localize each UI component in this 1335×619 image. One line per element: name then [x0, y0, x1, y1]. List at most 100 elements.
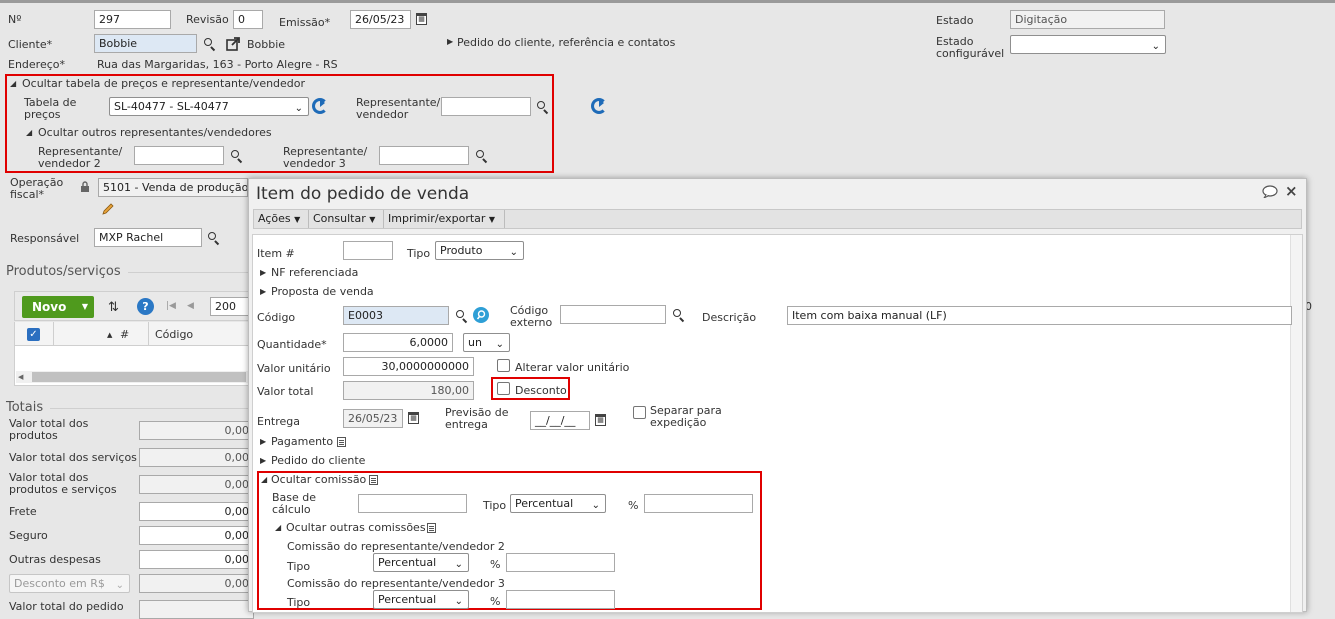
representante2-field[interactable] [134, 146, 224, 165]
info-search-icon[interactable] [473, 307, 489, 323]
previsao-calendar-icon[interactable]: ▦ [595, 414, 606, 426]
revisao-label: Revisão [186, 13, 229, 26]
representante2-search-icon[interactable] [231, 150, 243, 162]
entrega-label: Entrega [257, 415, 301, 428]
separar-expedicao-checkbox[interactable] [633, 406, 646, 419]
valor-total-pedido-field [139, 600, 254, 619]
item-num-field[interactable] [343, 241, 393, 260]
pedido-cliente-toggle[interactable]: Pedido do cliente, referência e contatos [457, 36, 675, 49]
descricao-field[interactable]: Item com baixa manual (LF) [787, 306, 1292, 325]
responsavel-search-icon[interactable] [208, 232, 220, 244]
comissao-toggle[interactable]: Ocultar comissão [271, 473, 366, 486]
comissao-pct-field[interactable] [644, 494, 753, 513]
numero-field[interactable]: 297 [94, 10, 171, 29]
emissao-calendar-icon[interactable]: ▦ [416, 13, 427, 25]
nf-referenciada-toggle[interactable]: NF referenciada [271, 266, 358, 279]
vertical-scrollbar[interactable] [1290, 235, 1302, 612]
precos-toggle[interactable]: Ocultar tabela de preços e representante… [22, 77, 305, 90]
responsavel-field[interactable]: MXP Rachel [94, 228, 202, 247]
valor-unitario-label: Valor unitário [257, 362, 331, 375]
sort-arrows-icon[interactable]: ⇅ [108, 300, 119, 315]
outros-representantes-toggle[interactable]: Ocultar outros representantes/vendedores [38, 126, 272, 139]
notes-icon [337, 437, 346, 447]
collapse-arrow-icon: ◢ [275, 523, 282, 532]
comissao2-tipo-select[interactable]: Percentual ⌄ [373, 553, 469, 572]
comissao2-pct-field[interactable] [506, 553, 615, 572]
estado-conf-label: Estado configurável [936, 35, 1005, 60]
entrega-field[interactable]: 26/05/23 [343, 409, 403, 428]
prev-page-icon[interactable]: ◀ [187, 301, 194, 311]
tabela-precos-select[interactable]: SL-40477 - SL-40477 ⌄ [109, 97, 309, 116]
comissao3-tipo-select[interactable]: Percentual ⌄ [373, 590, 469, 609]
comissao-pct-label: % [628, 499, 639, 512]
column-header-num[interactable]: # [120, 328, 129, 341]
column-header-codigo[interactable]: Código [155, 328, 193, 341]
scroll-left-icon[interactable]: ◀ [18, 373, 23, 381]
outras-despesas-field[interactable]: 0,00 [139, 550, 254, 569]
expand-arrow-icon: ▶ [447, 37, 454, 46]
codigo-field[interactable]: E0003 [343, 306, 449, 325]
valor-total-field: 180,00 [343, 381, 474, 400]
dropdown-arrow-icon: ▼ [294, 215, 301, 224]
representante3-search-icon[interactable] [476, 150, 488, 162]
first-page-icon[interactable]: |◀ [166, 301, 176, 311]
desconto-checkbox[interactable] [497, 382, 510, 395]
estado-configuravel-select[interactable]: ⌄ [1010, 35, 1166, 54]
comissao3-pct-field[interactable] [506, 590, 615, 609]
lock-icon [80, 181, 90, 192]
seguro-field[interactable]: 0,00 [139, 526, 254, 545]
menu-imprimir-exportar[interactable]: Imprimir/exportar ▼ [384, 210, 505, 228]
base-calculo-field[interactable] [358, 494, 467, 513]
desconto-total-field: 0,00 [139, 574, 254, 593]
select-all-checkbox[interactable]: ✓ [27, 328, 40, 341]
cliente-search-icon[interactable] [204, 38, 216, 50]
representante-field[interactable] [441, 97, 531, 116]
representante3-field[interactable] [379, 146, 469, 165]
help-icon[interactable]: ? [137, 298, 154, 315]
tipo-select[interactable]: Produto ⌄ [435, 241, 524, 260]
previsao-entrega-field[interactable]: __/__/__ [530, 411, 590, 430]
pedido-cliente-toggle[interactable]: Pedido do cliente [271, 454, 365, 467]
comment-icon[interactable] [1262, 185, 1278, 200]
menu-acoes[interactable]: Ações ▼ [254, 210, 309, 228]
codigo-externo-field[interactable] [560, 305, 666, 324]
menu-consultar[interactable]: Consultar ▼ [309, 210, 384, 228]
codigo-externo-search-icon[interactable] [673, 309, 685, 321]
edit-pencil-icon[interactable] [101, 202, 115, 216]
comissao-tipo-select[interactable]: Percentual ⌄ [510, 494, 606, 513]
refresh-icon[interactable] [312, 98, 328, 114]
emissao-field[interactable]: 26/05/23 [350, 10, 411, 29]
entrega-calendar-icon[interactable]: ▦ [408, 412, 419, 424]
pagamento-toggle[interactable]: Pagamento [271, 435, 333, 448]
tipo-label: Tipo [407, 247, 431, 260]
expand-arrow-icon: ▶ [260, 456, 267, 465]
frete-field[interactable]: 0,00 [139, 502, 254, 521]
total-produtos-label: Valor total dos produtos [9, 417, 89, 442]
desconto-label: Desconto [515, 384, 567, 397]
revisao-field[interactable]: 0 [233, 10, 263, 29]
codigo-search-icon[interactable] [456, 310, 468, 322]
proposta-venda-toggle[interactable]: Proposta de venda [271, 285, 374, 298]
total-servicos-field: 0,00 [139, 448, 254, 467]
collapse-arrow-icon: ◢ [10, 79, 17, 88]
novo-button[interactable]: Novo ▼ [22, 296, 94, 318]
alterar-valor-checkbox[interactable] [497, 359, 510, 372]
valor-unitario-field[interactable]: 30,0000000000 [343, 357, 474, 376]
close-icon[interactable]: × [1285, 182, 1298, 200]
comissao-tipo-label: Tipo [483, 499, 507, 512]
codigo-label: Código [257, 311, 296, 324]
open-external-icon[interactable] [226, 37, 240, 51]
unidade-select[interactable]: un ⌄ [463, 333, 510, 352]
representante-search-icon[interactable] [537, 101, 549, 113]
cliente-link[interactable]: Bobbie [247, 38, 285, 51]
totais-title: Totais [6, 400, 44, 415]
horizontal-scrollbar[interactable] [32, 372, 246, 382]
cliente-field[interactable]: Bobbie [94, 34, 197, 53]
quantidade-field[interactable]: 6,0000 [343, 333, 453, 352]
refresh-icon-2[interactable] [591, 98, 607, 114]
dialog-menubar: Ações ▼ Consultar ▼ Imprimir/exportar ▼ [253, 209, 1302, 229]
previsao-entrega-label: Previsão de entrega [445, 406, 509, 431]
outras-comissoes-toggle[interactable]: Ocultar outras comissões [286, 521, 426, 534]
numero-label: Nº [8, 13, 22, 26]
page-size-field[interactable]: 200 [210, 297, 250, 316]
